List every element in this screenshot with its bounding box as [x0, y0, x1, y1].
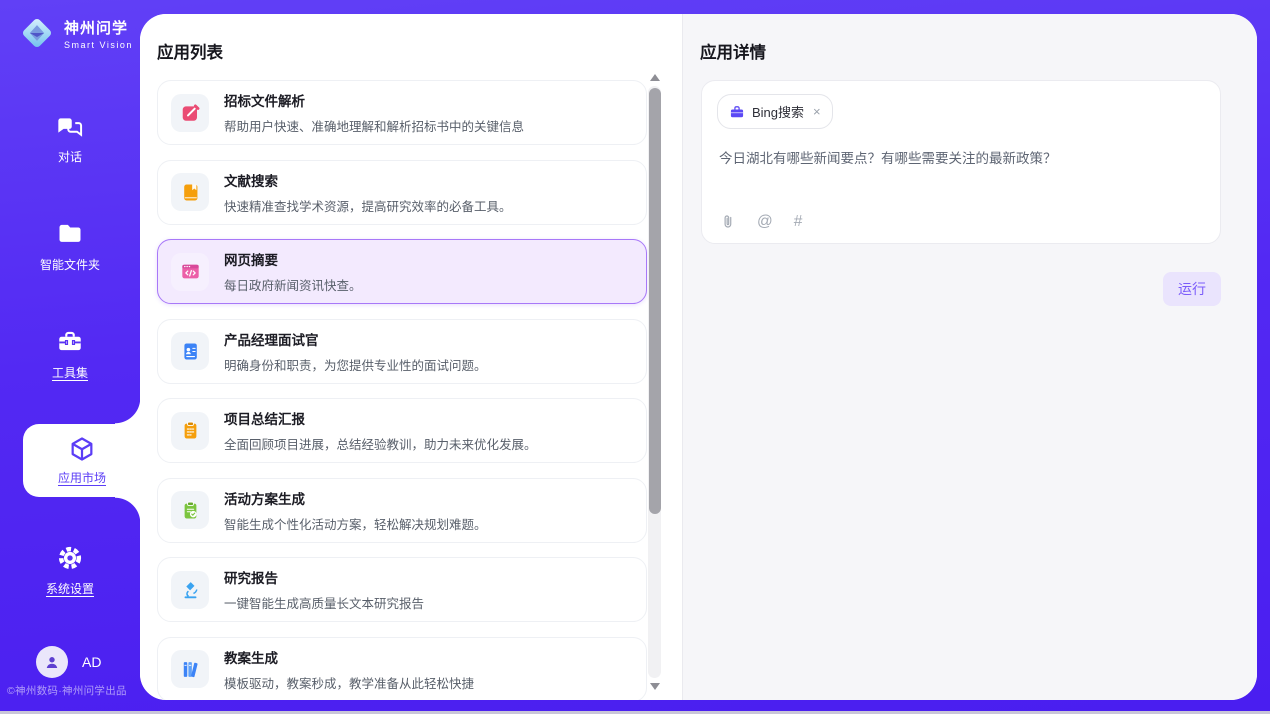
brand-subtitle: Smart Vision: [64, 40, 133, 50]
app-icon-tile: [171, 94, 209, 132]
resume-icon: [180, 341, 201, 362]
briefcase-icon: [729, 104, 745, 120]
app-card-desc: 快速精准查找学术资源，提高研究效率的必备工具。: [224, 196, 512, 215]
scrollbar-thumb[interactable]: [649, 88, 661, 514]
avatar: [36, 646, 68, 678]
diamond-logo-icon: [18, 14, 56, 52]
book-icon: [180, 182, 201, 203]
app-card-desc: 帮助用户快速、准确地理解和解析招标书中的关键信息: [224, 116, 524, 135]
browser-code-icon: [180, 261, 201, 282]
prompt-composer[interactable]: Bing搜索 × 今日湖北有哪些新闻要点？有哪些需要关注的最新政策？ @ #: [701, 80, 1221, 244]
app-card-name: 项目总结汇报: [224, 408, 537, 428]
app-detail-title: 应用详情: [700, 39, 766, 63]
copyright-footer: ©神州数码·神州问学出品: [7, 683, 140, 698]
app-list-panel: 应用列表 招标文件解析 帮助用户快速、准确地理解和解析招标书中的关键信息: [140, 14, 683, 700]
books-icon: [180, 659, 201, 680]
chat-icon: [56, 112, 84, 140]
gear-icon: [56, 544, 84, 572]
app-card-project-summary[interactable]: 项目总结汇报 全面回顾项目进展，总结经验教训，助力未来优化发展。: [157, 398, 647, 463]
sidebar-item-label: 应用市场: [58, 469, 106, 486]
tool-chip-bing-search[interactable]: Bing搜索 ×: [717, 94, 833, 129]
folder-icon: [56, 220, 84, 248]
sidebar-item-toolset[interactable]: 工具集: [0, 328, 140, 381]
app-icon-tile: [171, 253, 209, 291]
brand-name: 神州问学: [64, 17, 133, 38]
bubble-curve-top: [115, 398, 141, 424]
query-input[interactable]: 今日湖北有哪些新闻要点？有哪些需要关注的最新政策？: [719, 149, 1200, 169]
paperclip-icon[interactable]: [719, 213, 736, 230]
app-card-name: 招标文件解析: [224, 90, 524, 110]
app-list: 招标文件解析 帮助用户快速、准确地理解和解析招标书中的关键信息 文献搜索 快速精…: [157, 80, 647, 700]
scrollbar-up-arrow[interactable]: [650, 74, 660, 81]
app-icon-tile: [171, 332, 209, 370]
composer-toolbar: @ #: [719, 213, 802, 230]
main-window: 应用列表 招标文件解析 帮助用户快速、准确地理解和解析招标书中的关键信息: [140, 14, 1257, 700]
app-icon-tile: [171, 173, 209, 211]
sidebar-item-label: 智能文件夹: [40, 256, 100, 273]
app-card-desc: 明确身份和职责，为您提供专业性的面试问题。: [224, 355, 487, 374]
app-card-name: 教案生成: [224, 647, 474, 667]
app-icon-tile: [171, 571, 209, 609]
sidebar: 神州问学 Smart Vision 对话 智能文件夹 工具集 应用市场: [0, 0, 140, 711]
app-card-desc: 一键智能生成高质量长文本研究报告: [224, 593, 424, 612]
app-card-name: 研究报告: [224, 567, 424, 587]
app-card-name: 活动方案生成: [224, 488, 487, 508]
app-card-desc: 模板驱动，教案秒成，教学准备从此轻松快捷: [224, 673, 474, 692]
chip-close-icon[interactable]: ×: [813, 104, 821, 119]
edit-square-icon: [180, 102, 201, 123]
app-card-name: 产品经理面试官: [224, 329, 487, 349]
app-card-bid-parse[interactable]: 招标文件解析 帮助用户快速、准确地理解和解析招标书中的关键信息: [157, 80, 647, 145]
app-card-name: 文献搜索: [224, 170, 512, 190]
bubble-curve-bottom: [115, 497, 141, 523]
app-icon-tile: [171, 491, 209, 529]
app-card-literature-search[interactable]: 文献搜索 快速精准查找学术资源，提高研究效率的必备工具。: [157, 160, 647, 225]
app-card-desc: 智能生成个性化活动方案，轻松解决规划难题。: [224, 514, 487, 533]
sidebar-item-smart-folder[interactable]: 智能文件夹: [0, 220, 140, 273]
cube-icon: [68, 435, 96, 463]
app-detail-panel: 应用详情 Bing搜索 × 今日湖北有哪些新闻要点？有哪些需要关注的最新政策？ …: [683, 14, 1257, 700]
app-card-lesson-plan[interactable]: 教案生成 模板驱动，教案秒成，教学准备从此轻松快捷: [157, 637, 647, 701]
app-card-desc: 全面回顾项目进展，总结经验教训，助力未来优化发展。: [224, 434, 537, 453]
person-icon: [43, 653, 61, 671]
sidebar-item-settings[interactable]: 系统设置: [0, 544, 140, 597]
app-card-event-plan[interactable]: 活动方案生成 智能生成个性化活动方案，轻松解决规划难题。: [157, 478, 647, 543]
brand-logo: 神州问学 Smart Vision: [18, 14, 133, 52]
app-card-pm-interviewer[interactable]: 产品经理面试官 明确身份和职责，为您提供专业性的面试问题。: [157, 319, 647, 384]
sidebar-item-label: 工具集: [52, 364, 88, 381]
clipboard-check-icon: [180, 500, 201, 521]
sidebar-item-chat[interactable]: 对话: [0, 112, 140, 165]
app-card-web-summary[interactable]: 网页摘要 每日政府新闻资讯快查。: [157, 239, 647, 304]
tool-chip-label: Bing搜索: [752, 102, 804, 121]
toolbox-icon: [56, 328, 84, 356]
user-label: AD: [82, 654, 101, 670]
app-card-desc: 每日政府新闻资讯快查。: [224, 275, 362, 294]
run-button[interactable]: 运行: [1163, 272, 1221, 306]
mention-icon[interactable]: @: [757, 213, 773, 230]
app-list-scrollbar[interactable]: [648, 72, 661, 692]
app-card-name: 网页摘要: [224, 249, 362, 269]
app-icon-tile: [171, 412, 209, 450]
scrollbar-down-arrow[interactable]: [650, 683, 660, 690]
microscope-icon: [180, 579, 201, 600]
app-icon-tile: [171, 650, 209, 688]
app-list-title: 应用列表: [157, 39, 223, 63]
user-account[interactable]: AD: [36, 646, 101, 678]
sidebar-item-app-market[interactable]: 应用市场: [23, 424, 141, 497]
app-card-research-report[interactable]: 研究报告 一键智能生成高质量长文本研究报告: [157, 557, 647, 622]
hash-icon[interactable]: #: [794, 213, 803, 230]
sidebar-item-label: 系统设置: [46, 580, 94, 597]
clipboard-icon: [180, 420, 201, 441]
sidebar-item-label: 对话: [58, 148, 82, 165]
